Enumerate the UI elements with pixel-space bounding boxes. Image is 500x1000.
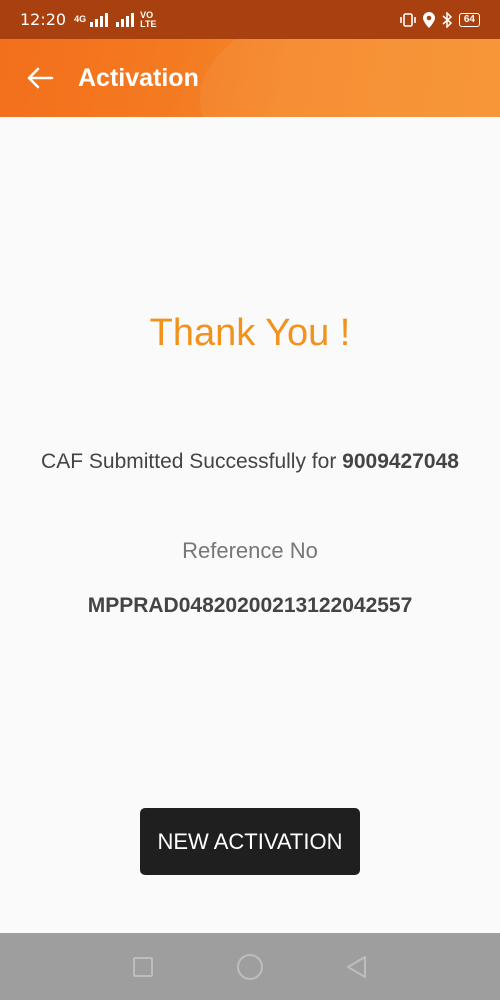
arrow-back-icon (27, 67, 54, 89)
new-activation-button[interactable]: NEW ACTIVATION (140, 808, 360, 875)
battery-icon: 64 (458, 12, 480, 27)
vibrate-icon (400, 12, 416, 27)
back-button[interactable] (10, 48, 70, 108)
volte-label: VO LTE (140, 9, 157, 29)
system-nav-bar (0, 933, 500, 1000)
caf-success-message: CAF Submitted Successfully for 900942704… (0, 450, 500, 474)
circle-icon (236, 953, 263, 980)
recents-button[interactable] (123, 947, 163, 987)
network-type-label: 4G (74, 14, 87, 24)
status-time: 12:20 (20, 10, 67, 29)
signal-icon-2 (116, 12, 135, 27)
location-icon (422, 11, 435, 28)
home-button[interactable] (230, 947, 270, 987)
caf-success-text: CAF Submitted Successfully for (41, 450, 343, 473)
thank-you-heading: Thank You ! (149, 312, 351, 354)
page-title: Activation (78, 63, 199, 92)
status-icons: 64 (399, 11, 480, 28)
status-bar: 12:20 4G VO LTE 64 (0, 0, 500, 39)
square-icon (133, 956, 154, 977)
signal-icon (90, 12, 109, 27)
mobile-number: 9009427048 (342, 450, 459, 473)
reference-number: MPPRAD04820200213122042557 (87, 594, 413, 617)
bluetooth-icon (442, 11, 452, 28)
back-nav-button[interactable] (337, 947, 377, 987)
triangle-back-icon (346, 955, 366, 978)
app-bar: Activation (0, 39, 500, 117)
reference-label: Reference No (182, 538, 318, 563)
